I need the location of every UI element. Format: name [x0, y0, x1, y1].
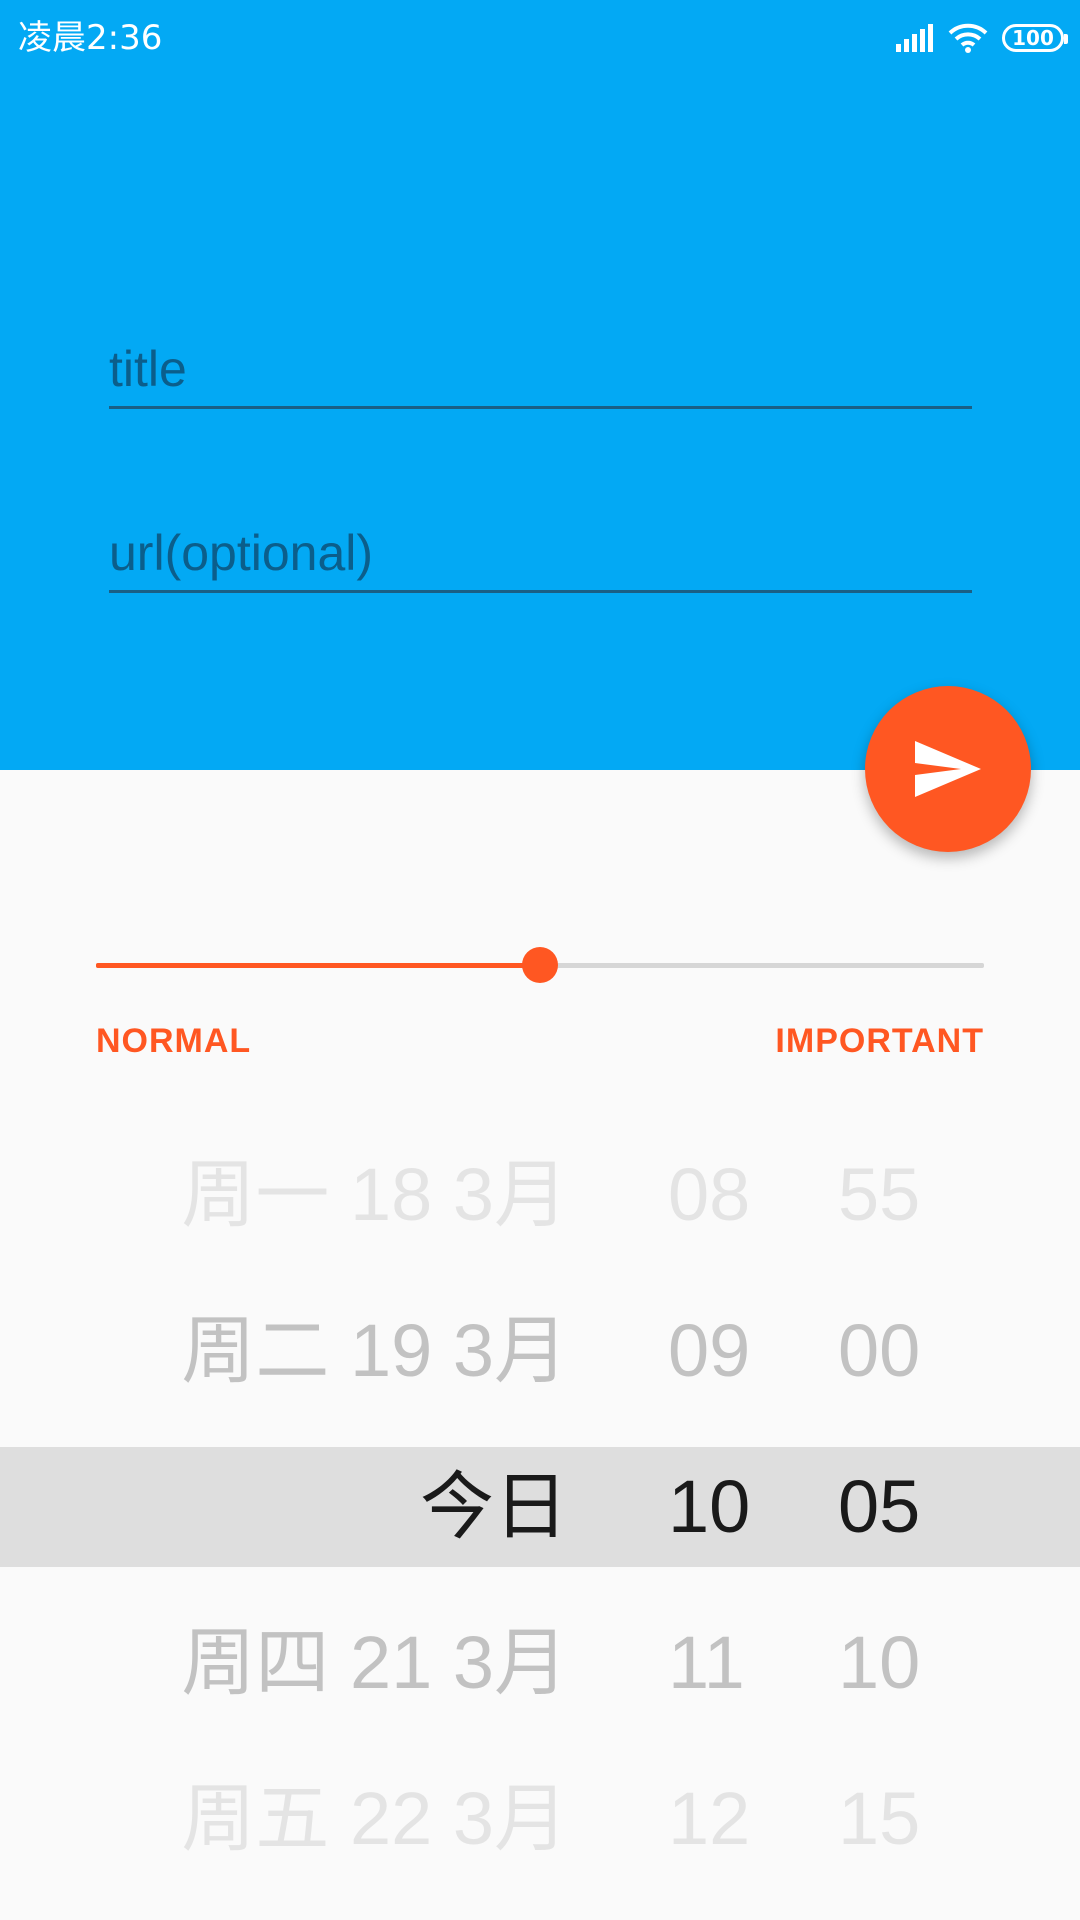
picker-row[interactable]: 周二 19 3月 09 00: [0, 1291, 1080, 1411]
url-input[interactable]: [109, 524, 972, 590]
battery-icon: 100: [1002, 24, 1068, 52]
picker-minute[interactable]: 55: [838, 1135, 920, 1255]
picker-date[interactable]: 周二 19 3月: [181, 1291, 568, 1411]
picker-date[interactable]: 周四 21 3月: [181, 1603, 568, 1723]
send-icon: [915, 741, 981, 797]
header-panel: 凌晨2:36 100: [0, 0, 1080, 770]
slider-fill: [96, 963, 540, 968]
importance-slider[interactable]: [96, 945, 984, 985]
date-time-picker[interactable]: 周一 18 3月 08 55 周二 19 3月 09 00 今日 10 05 周…: [0, 1120, 1080, 1920]
picker-date-selected[interactable]: 今日: [420, 1447, 568, 1567]
status-time: 凌晨2:36: [18, 18, 163, 58]
slider-max-label: IMPORTANT: [775, 1022, 984, 1060]
wifi-icon: [948, 23, 988, 53]
battery-level: 100: [1012, 26, 1054, 50]
picker-minute-selected[interactable]: 05: [838, 1447, 920, 1567]
picker-minute[interactable]: 00: [838, 1291, 920, 1411]
picker-hour[interactable]: 11: [668, 1603, 745, 1723]
picker-row-selected[interactable]: 今日 10 05: [0, 1447, 1080, 1567]
picker-row[interactable]: 周四 21 3月 11 10: [0, 1603, 1080, 1723]
picker-minute[interactable]: 15: [838, 1759, 920, 1879]
url-field[interactable]: [109, 524, 972, 593]
picker-date[interactable]: 周一 18 3月: [181, 1135, 568, 1255]
picker-hour[interactable]: 12: [668, 1759, 750, 1879]
status-icons: 100: [896, 18, 1068, 58]
slider-min-label: NORMAL: [96, 1022, 252, 1060]
picker-hour-selected[interactable]: 10: [668, 1447, 750, 1567]
picker-row[interactable]: 周五 22 3月 12 15: [0, 1759, 1080, 1879]
picker-hour[interactable]: 08: [668, 1135, 750, 1255]
add-item-screen: 凌晨2:36 100 title url(optional) NORMAL IM…: [0, 0, 1080, 1920]
picker-hour[interactable]: 09: [668, 1291, 750, 1411]
signal-icon: [896, 24, 933, 52]
title-field[interactable]: [109, 340, 972, 409]
picker-date[interactable]: 周五 22 3月: [181, 1759, 568, 1879]
status-bar: 凌晨2:36 100: [0, 0, 1080, 76]
send-button[interactable]: [865, 686, 1031, 852]
title-input[interactable]: [109, 340, 972, 406]
slider-thumb[interactable]: [522, 947, 558, 983]
picker-minute[interactable]: 10: [838, 1603, 920, 1723]
picker-row[interactable]: 周一 18 3月 08 55: [0, 1135, 1080, 1255]
